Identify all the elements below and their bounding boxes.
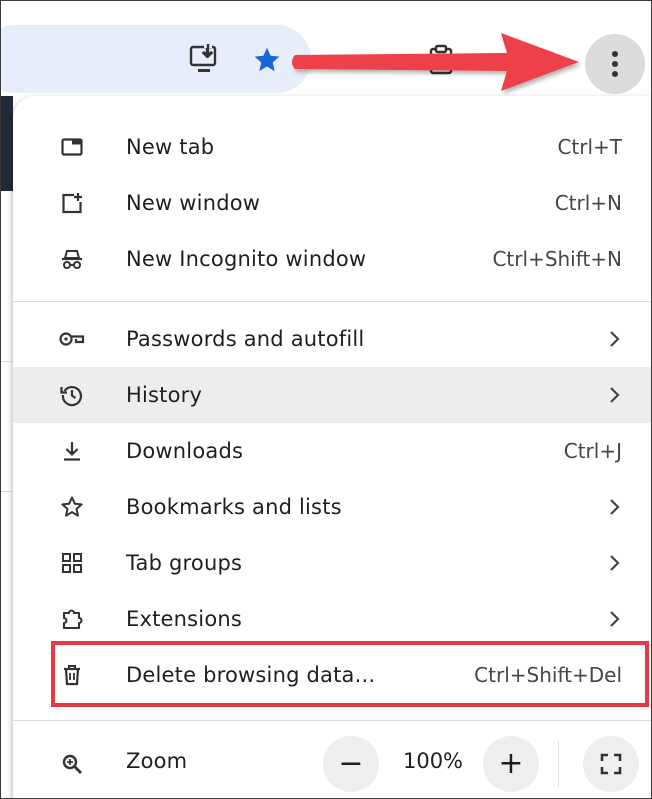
chevron-right-icon [610, 331, 620, 347]
new-window-icon [59, 190, 85, 216]
chrome-main-menu: New tab Ctrl+T New window Ctrl+N New Inc… [13, 96, 651, 798]
menu-item-passwords-and-autofill[interactable]: Passwords and autofill [13, 311, 651, 367]
chevron-right-icon [610, 611, 620, 627]
fullscreen-button[interactable] [583, 736, 639, 792]
menu-item-new-window[interactable]: New window Ctrl+N [13, 175, 651, 231]
download-icon [59, 438, 85, 464]
menu-item-shortcut: Ctrl+T [557, 135, 622, 159]
page-edge-line [1, 361, 13, 362]
menu-item-label: Bookmarks and lists [126, 495, 342, 519]
menu-item-label: Downloads [126, 439, 244, 463]
fullscreen-icon [600, 753, 622, 775]
menu-item-label: History [126, 383, 203, 407]
menu-item-label: Delete browsing data... [126, 663, 376, 687]
star-outline-icon [59, 494, 85, 520]
zoom-label: Zoom [126, 749, 188, 773]
zoom-in-button[interactable]: + [483, 736, 539, 792]
annotation-arrow [292, 33, 579, 91]
chevron-right-icon [610, 387, 620, 403]
key-icon [59, 326, 85, 352]
minus-icon: − [338, 746, 364, 781]
menu-item-label: New window [126, 191, 261, 215]
menu-item-tab-groups[interactable]: Tab groups [13, 535, 651, 591]
menu-item-history[interactable]: History [13, 367, 651, 423]
menu-item-label: Extensions [126, 607, 243, 631]
menu-item-label: Tab groups [126, 551, 243, 575]
page-edge-line [1, 491, 13, 492]
chevron-right-icon [610, 499, 620, 515]
menu-item-new-tab[interactable]: New tab Ctrl+T [13, 119, 651, 175]
menu-divider [13, 301, 651, 302]
three-dot-menu-icon[interactable] [585, 34, 645, 94]
trash-icon [59, 662, 85, 688]
new-tab-icon [59, 134, 85, 160]
menu-item-shortcut: Ctrl+Shift+N [492, 247, 622, 271]
tab-groups-icon [59, 550, 85, 576]
menu-divider [13, 720, 651, 721]
zoom-level: 100% [402, 749, 464, 773]
menu-item-shortcut: Ctrl+Shift+Del [474, 663, 622, 687]
menu-item-label: New tab [126, 135, 215, 159]
menu-item-bookmarks-and-lists[interactable]: Bookmarks and lists [13, 479, 651, 535]
install-app-icon[interactable] [184, 39, 224, 79]
menu-item-delete-browsing-data[interactable]: Delete browsing data... Ctrl+Shift+Del [13, 647, 651, 703]
zoom-separator [558, 741, 559, 787]
chevron-right-icon [610, 555, 620, 571]
zoom-out-button[interactable]: − [323, 736, 379, 792]
page-background-edge [1, 96, 13, 191]
zoom-magnifier-icon [59, 751, 85, 777]
menu-item-shortcut: Ctrl+N [554, 191, 622, 215]
menu-item-shortcut: Ctrl+J [563, 439, 622, 463]
menu-item-new-incognito-window[interactable]: New Incognito window Ctrl+Shift+N [13, 231, 651, 287]
puzzle-icon [59, 606, 85, 632]
menu-item-label: New Incognito window [126, 247, 367, 271]
history-icon [59, 382, 85, 408]
plus-icon: + [498, 746, 524, 781]
zoom-row: Zoom − 100% + [13, 733, 651, 795]
screenshot-frame: New tab Ctrl+T New window Ctrl+N New Inc… [0, 0, 652, 799]
star-icon[interactable] [248, 41, 286, 79]
menu-item-downloads[interactable]: Downloads Ctrl+J [13, 423, 651, 479]
menu-item-extensions[interactable]: Extensions [13, 591, 651, 647]
menu-item-label: Passwords and autofill [126, 327, 365, 351]
incognito-icon [59, 246, 85, 272]
